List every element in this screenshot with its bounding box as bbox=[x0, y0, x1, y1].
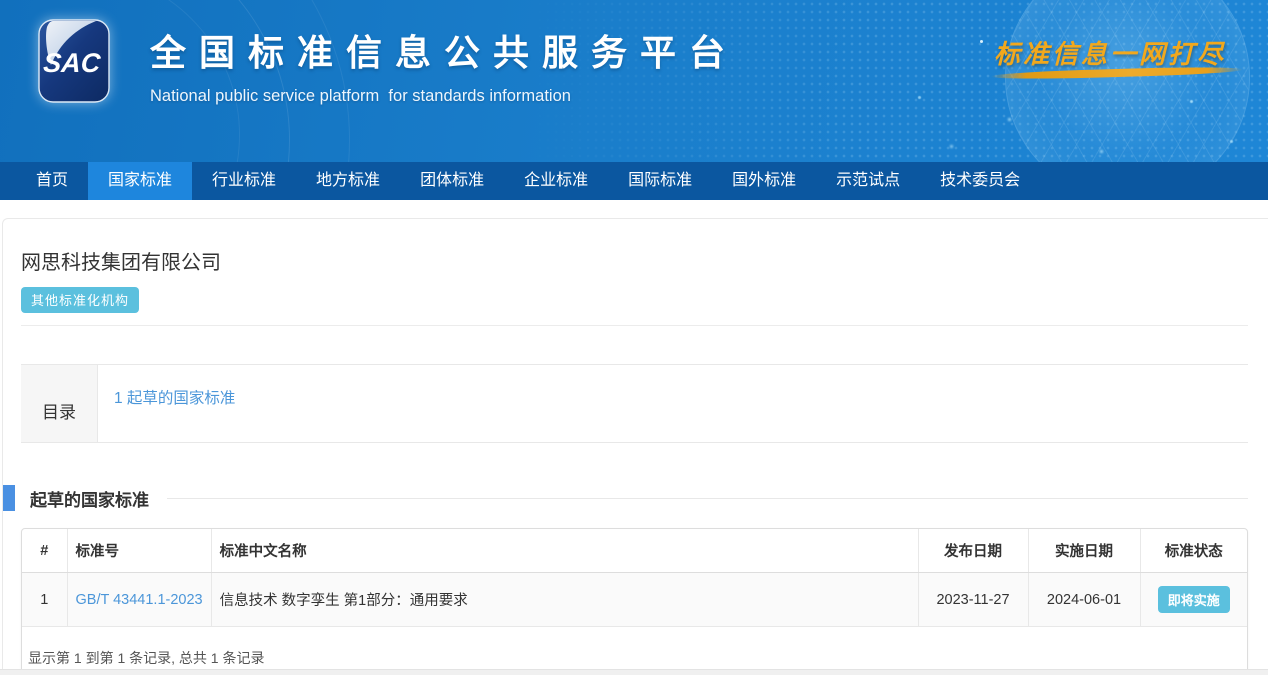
site-subtitle: National public service platform for sta… bbox=[150, 87, 738, 106]
site-title: 全国标准信息公共服务平台 bbox=[150, 24, 738, 76]
nav-tab-group-standards[interactable]: 团体标准 bbox=[400, 162, 504, 200]
section-header: 起草的国家标准 bbox=[3, 485, 1248, 511]
toc-label: 目录 bbox=[21, 365, 97, 442]
nav-tab-enterprise-standards[interactable]: 企业标准 bbox=[504, 162, 608, 200]
implement-date-cell: 2024-06-01 bbox=[1028, 573, 1140, 627]
standard-code-cell: GB/T 43441.1-2023 bbox=[67, 573, 211, 627]
nav-tab-foreign-standards[interactable]: 国外标准 bbox=[712, 162, 816, 200]
col-header-implement-date: 实施日期 bbox=[1028, 529, 1140, 573]
toc-box: 目录 1 起草的国家标准 bbox=[21, 364, 1248, 443]
table-header-row: # 标准号 标准中文名称 发布日期 实施日期 标准状态 bbox=[22, 529, 1247, 573]
nav-tab-national-standards[interactable]: 国家标准 bbox=[88, 162, 192, 200]
standard-code-link[interactable]: GB/T 43441.1-2023 bbox=[76, 592, 203, 608]
nav-tab-home[interactable]: 首页 bbox=[16, 162, 88, 200]
nav-tab-international-standards[interactable]: 国际标准 bbox=[608, 162, 712, 200]
standard-name-cell: 信息技术 数字孪生 第1部分：通用要求 bbox=[211, 573, 918, 627]
sac-logo-icon[interactable]: SAC bbox=[38, 19, 110, 103]
page-footer-strip bbox=[0, 669, 1268, 675]
table-row: 1 GB/T 43441.1-2023 信息技术 数字孪生 第1部分：通用要求 … bbox=[22, 573, 1247, 627]
status-cell: 即将实施 bbox=[1140, 573, 1247, 627]
standards-table: # 标准号 标准中文名称 发布日期 实施日期 标准状态 1 GB/T 43441… bbox=[22, 529, 1247, 627]
status-badge: 即将实施 bbox=[1158, 586, 1230, 613]
section-title: 起草的国家标准 bbox=[30, 486, 149, 511]
company-name-title: 网思科技集团有限公司 bbox=[21, 246, 1248, 275]
svg-text:SAC: SAC bbox=[42, 48, 102, 78]
nav-tab-local-standards[interactable]: 地方标准 bbox=[296, 162, 400, 200]
content-container: 网思科技集团有限公司 其他标准化机构 目录 1 起草的国家标准 起草的国家标准 … bbox=[2, 218, 1268, 670]
section-marker bbox=[3, 485, 15, 511]
publish-date-cell: 2023-11-27 bbox=[918, 573, 1028, 627]
section-rule-line bbox=[167, 498, 1248, 499]
row-index-cell: 1 bbox=[22, 573, 67, 627]
nav-tab-pilot-demos[interactable]: 示范试点 bbox=[816, 162, 920, 200]
toc-body: 1 起草的国家标准 bbox=[97, 365, 1248, 442]
col-header-publish-date: 发布日期 bbox=[918, 529, 1028, 573]
star-dots-decoration bbox=[980, 40, 983, 43]
main-nav: 首页 国家标准 行业标准 地方标准 团体标准 企业标准 国际标准 国外标准 示范… bbox=[0, 162, 1268, 200]
col-header-index: # bbox=[22, 529, 67, 573]
col-header-standard-name: 标准中文名称 bbox=[211, 529, 918, 573]
nav-tab-industry-standards[interactable]: 行业标准 bbox=[192, 162, 296, 200]
globe-graphic bbox=[1005, 0, 1250, 162]
divider bbox=[21, 325, 1248, 326]
site-header: SAC 全国标准信息公共服务平台 National public service… bbox=[0, 0, 1268, 162]
standards-table-panel: # 标准号 标准中文名称 发布日期 实施日期 标准状态 1 GB/T 43441… bbox=[21, 528, 1248, 675]
org-type-badge: 其他标准化机构 bbox=[21, 287, 139, 313]
col-header-status: 标准状态 bbox=[1140, 529, 1247, 573]
toc-link-drafted-national-standards[interactable]: 1 起草的国家标准 bbox=[114, 390, 235, 407]
nav-tab-technical-committees[interactable]: 技术委员会 bbox=[920, 162, 1040, 200]
table-record-summary: 显示第 1 到第 1 条记录, 总共 1 条记录 bbox=[22, 627, 1247, 675]
slogan-calligraphy: 标准信息一网打尽 bbox=[994, 34, 1226, 71]
col-header-standard-code: 标准号 bbox=[67, 529, 211, 573]
